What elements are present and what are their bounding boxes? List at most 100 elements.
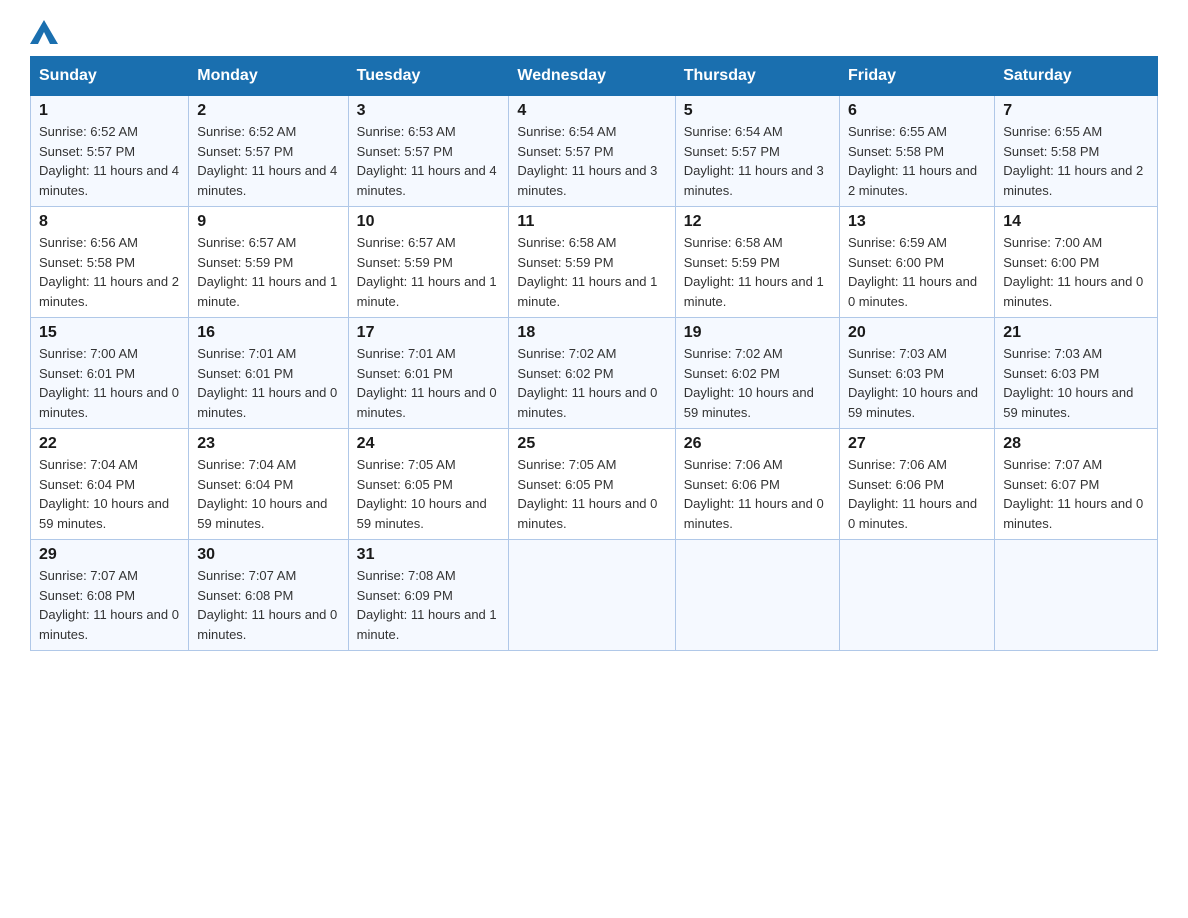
day-cell: 2 Sunrise: 6:52 AM Sunset: 5:57 PM Dayli…: [189, 96, 348, 207]
day-number: 19: [684, 324, 831, 342]
day-cell: 9 Sunrise: 6:57 AM Sunset: 5:59 PM Dayli…: [189, 207, 348, 318]
day-cell: 13 Sunrise: 6:59 AM Sunset: 6:00 PM Dayl…: [839, 207, 994, 318]
day-info: Sunrise: 6:55 AM Sunset: 5:58 PM Dayligh…: [848, 122, 986, 200]
day-number: 30: [197, 546, 339, 564]
day-info: Sunrise: 7:03 AM Sunset: 6:03 PM Dayligh…: [848, 344, 986, 422]
day-info: Sunrise: 7:02 AM Sunset: 6:02 PM Dayligh…: [684, 344, 831, 422]
day-cell: [675, 540, 839, 651]
day-info: Sunrise: 7:00 AM Sunset: 6:01 PM Dayligh…: [39, 344, 180, 422]
day-cell: 15 Sunrise: 7:00 AM Sunset: 6:01 PM Dayl…: [31, 318, 189, 429]
header-tuesday: Tuesday: [348, 57, 509, 96]
day-info: Sunrise: 6:58 AM Sunset: 5:59 PM Dayligh…: [684, 233, 831, 311]
day-number: 17: [357, 324, 501, 342]
day-info: Sunrise: 6:54 AM Sunset: 5:57 PM Dayligh…: [684, 122, 831, 200]
day-number: 5: [684, 102, 831, 120]
day-cell: [509, 540, 675, 651]
day-number: 16: [197, 324, 339, 342]
day-cell: 25 Sunrise: 7:05 AM Sunset: 6:05 PM Dayl…: [509, 429, 675, 540]
week-row-3: 15 Sunrise: 7:00 AM Sunset: 6:01 PM Dayl…: [31, 318, 1158, 429]
day-number: 25: [517, 435, 666, 453]
day-info: Sunrise: 6:57 AM Sunset: 5:59 PM Dayligh…: [197, 233, 339, 311]
day-number: 6: [848, 102, 986, 120]
day-cell: 30 Sunrise: 7:07 AM Sunset: 6:08 PM Dayl…: [189, 540, 348, 651]
calendar-table: SundayMondayTuesdayWednesdayThursdayFrid…: [30, 56, 1158, 651]
logo: [30, 20, 58, 36]
day-info: Sunrise: 6:53 AM Sunset: 5:57 PM Dayligh…: [357, 122, 501, 200]
header-saturday: Saturday: [995, 57, 1158, 96]
day-info: Sunrise: 6:56 AM Sunset: 5:58 PM Dayligh…: [39, 233, 180, 311]
day-cell: 10 Sunrise: 6:57 AM Sunset: 5:59 PM Dayl…: [348, 207, 509, 318]
day-number: 15: [39, 324, 180, 342]
day-cell: 3 Sunrise: 6:53 AM Sunset: 5:57 PM Dayli…: [348, 96, 509, 207]
day-cell: 21 Sunrise: 7:03 AM Sunset: 6:03 PM Dayl…: [995, 318, 1158, 429]
day-info: Sunrise: 7:05 AM Sunset: 6:05 PM Dayligh…: [357, 455, 501, 533]
day-number: 20: [848, 324, 986, 342]
day-info: Sunrise: 7:00 AM Sunset: 6:00 PM Dayligh…: [1003, 233, 1149, 311]
day-number: 21: [1003, 324, 1149, 342]
day-number: 13: [848, 213, 986, 231]
day-cell: 7 Sunrise: 6:55 AM Sunset: 5:58 PM Dayli…: [995, 96, 1158, 207]
day-info: Sunrise: 7:08 AM Sunset: 6:09 PM Dayligh…: [357, 566, 501, 644]
day-number: 14: [1003, 213, 1149, 231]
day-info: Sunrise: 7:03 AM Sunset: 6:03 PM Dayligh…: [1003, 344, 1149, 422]
day-info: Sunrise: 7:02 AM Sunset: 6:02 PM Dayligh…: [517, 344, 666, 422]
day-number: 3: [357, 102, 501, 120]
day-info: Sunrise: 7:01 AM Sunset: 6:01 PM Dayligh…: [197, 344, 339, 422]
header-monday: Monday: [189, 57, 348, 96]
day-number: 29: [39, 546, 180, 564]
day-info: Sunrise: 7:07 AM Sunset: 6:08 PM Dayligh…: [197, 566, 339, 644]
day-info: Sunrise: 6:52 AM Sunset: 5:57 PM Dayligh…: [197, 122, 339, 200]
day-cell: 18 Sunrise: 7:02 AM Sunset: 6:02 PM Dayl…: [509, 318, 675, 429]
day-cell: 24 Sunrise: 7:05 AM Sunset: 6:05 PM Dayl…: [348, 429, 509, 540]
day-number: 28: [1003, 435, 1149, 453]
day-number: 11: [517, 213, 666, 231]
day-info: Sunrise: 6:57 AM Sunset: 5:59 PM Dayligh…: [357, 233, 501, 311]
day-info: Sunrise: 6:52 AM Sunset: 5:57 PM Dayligh…: [39, 122, 180, 200]
day-cell: 5 Sunrise: 6:54 AM Sunset: 5:57 PM Dayli…: [675, 96, 839, 207]
week-row-5: 29 Sunrise: 7:07 AM Sunset: 6:08 PM Dayl…: [31, 540, 1158, 651]
header-row: SundayMondayTuesdayWednesdayThursdayFrid…: [31, 57, 1158, 96]
day-number: 7: [1003, 102, 1149, 120]
day-cell: 17 Sunrise: 7:01 AM Sunset: 6:01 PM Dayl…: [348, 318, 509, 429]
day-cell: [995, 540, 1158, 651]
day-number: 2: [197, 102, 339, 120]
day-number: 10: [357, 213, 501, 231]
day-number: 8: [39, 213, 180, 231]
day-cell: 23 Sunrise: 7:04 AM Sunset: 6:04 PM Dayl…: [189, 429, 348, 540]
day-cell: [839, 540, 994, 651]
day-cell: 29 Sunrise: 7:07 AM Sunset: 6:08 PM Dayl…: [31, 540, 189, 651]
header-thursday: Thursday: [675, 57, 839, 96]
day-info: Sunrise: 7:07 AM Sunset: 6:08 PM Dayligh…: [39, 566, 180, 644]
day-cell: 6 Sunrise: 6:55 AM Sunset: 5:58 PM Dayli…: [839, 96, 994, 207]
day-info: Sunrise: 6:58 AM Sunset: 5:59 PM Dayligh…: [517, 233, 666, 311]
day-info: Sunrise: 7:06 AM Sunset: 6:06 PM Dayligh…: [684, 455, 831, 533]
day-info: Sunrise: 7:04 AM Sunset: 6:04 PM Dayligh…: [197, 455, 339, 533]
day-number: 9: [197, 213, 339, 231]
day-cell: 19 Sunrise: 7:02 AM Sunset: 6:02 PM Dayl…: [675, 318, 839, 429]
week-row-2: 8 Sunrise: 6:56 AM Sunset: 5:58 PM Dayli…: [31, 207, 1158, 318]
day-cell: 27 Sunrise: 7:06 AM Sunset: 6:06 PM Dayl…: [839, 429, 994, 540]
day-info: Sunrise: 6:55 AM Sunset: 5:58 PM Dayligh…: [1003, 122, 1149, 200]
day-info: Sunrise: 7:04 AM Sunset: 6:04 PM Dayligh…: [39, 455, 180, 533]
day-cell: 4 Sunrise: 6:54 AM Sunset: 5:57 PM Dayli…: [509, 96, 675, 207]
day-cell: 8 Sunrise: 6:56 AM Sunset: 5:58 PM Dayli…: [31, 207, 189, 318]
day-number: 31: [357, 546, 501, 564]
day-cell: 11 Sunrise: 6:58 AM Sunset: 5:59 PM Dayl…: [509, 207, 675, 318]
day-number: 27: [848, 435, 986, 453]
day-cell: 14 Sunrise: 7:00 AM Sunset: 6:00 PM Dayl…: [995, 207, 1158, 318]
week-row-1: 1 Sunrise: 6:52 AM Sunset: 5:57 PM Dayli…: [31, 96, 1158, 207]
day-number: 18: [517, 324, 666, 342]
day-info: Sunrise: 6:54 AM Sunset: 5:57 PM Dayligh…: [517, 122, 666, 200]
header-friday: Friday: [839, 57, 994, 96]
day-cell: 12 Sunrise: 6:58 AM Sunset: 5:59 PM Dayl…: [675, 207, 839, 318]
page-header: [30, 20, 1158, 36]
day-cell: 28 Sunrise: 7:07 AM Sunset: 6:07 PM Dayl…: [995, 429, 1158, 540]
day-number: 22: [39, 435, 180, 453]
day-info: Sunrise: 7:06 AM Sunset: 6:06 PM Dayligh…: [848, 455, 986, 533]
day-cell: 16 Sunrise: 7:01 AM Sunset: 6:01 PM Dayl…: [189, 318, 348, 429]
day-info: Sunrise: 7:05 AM Sunset: 6:05 PM Dayligh…: [517, 455, 666, 533]
day-number: 12: [684, 213, 831, 231]
logo-triangle-icon: [30, 20, 58, 44]
day-info: Sunrise: 7:01 AM Sunset: 6:01 PM Dayligh…: [357, 344, 501, 422]
day-number: 26: [684, 435, 831, 453]
